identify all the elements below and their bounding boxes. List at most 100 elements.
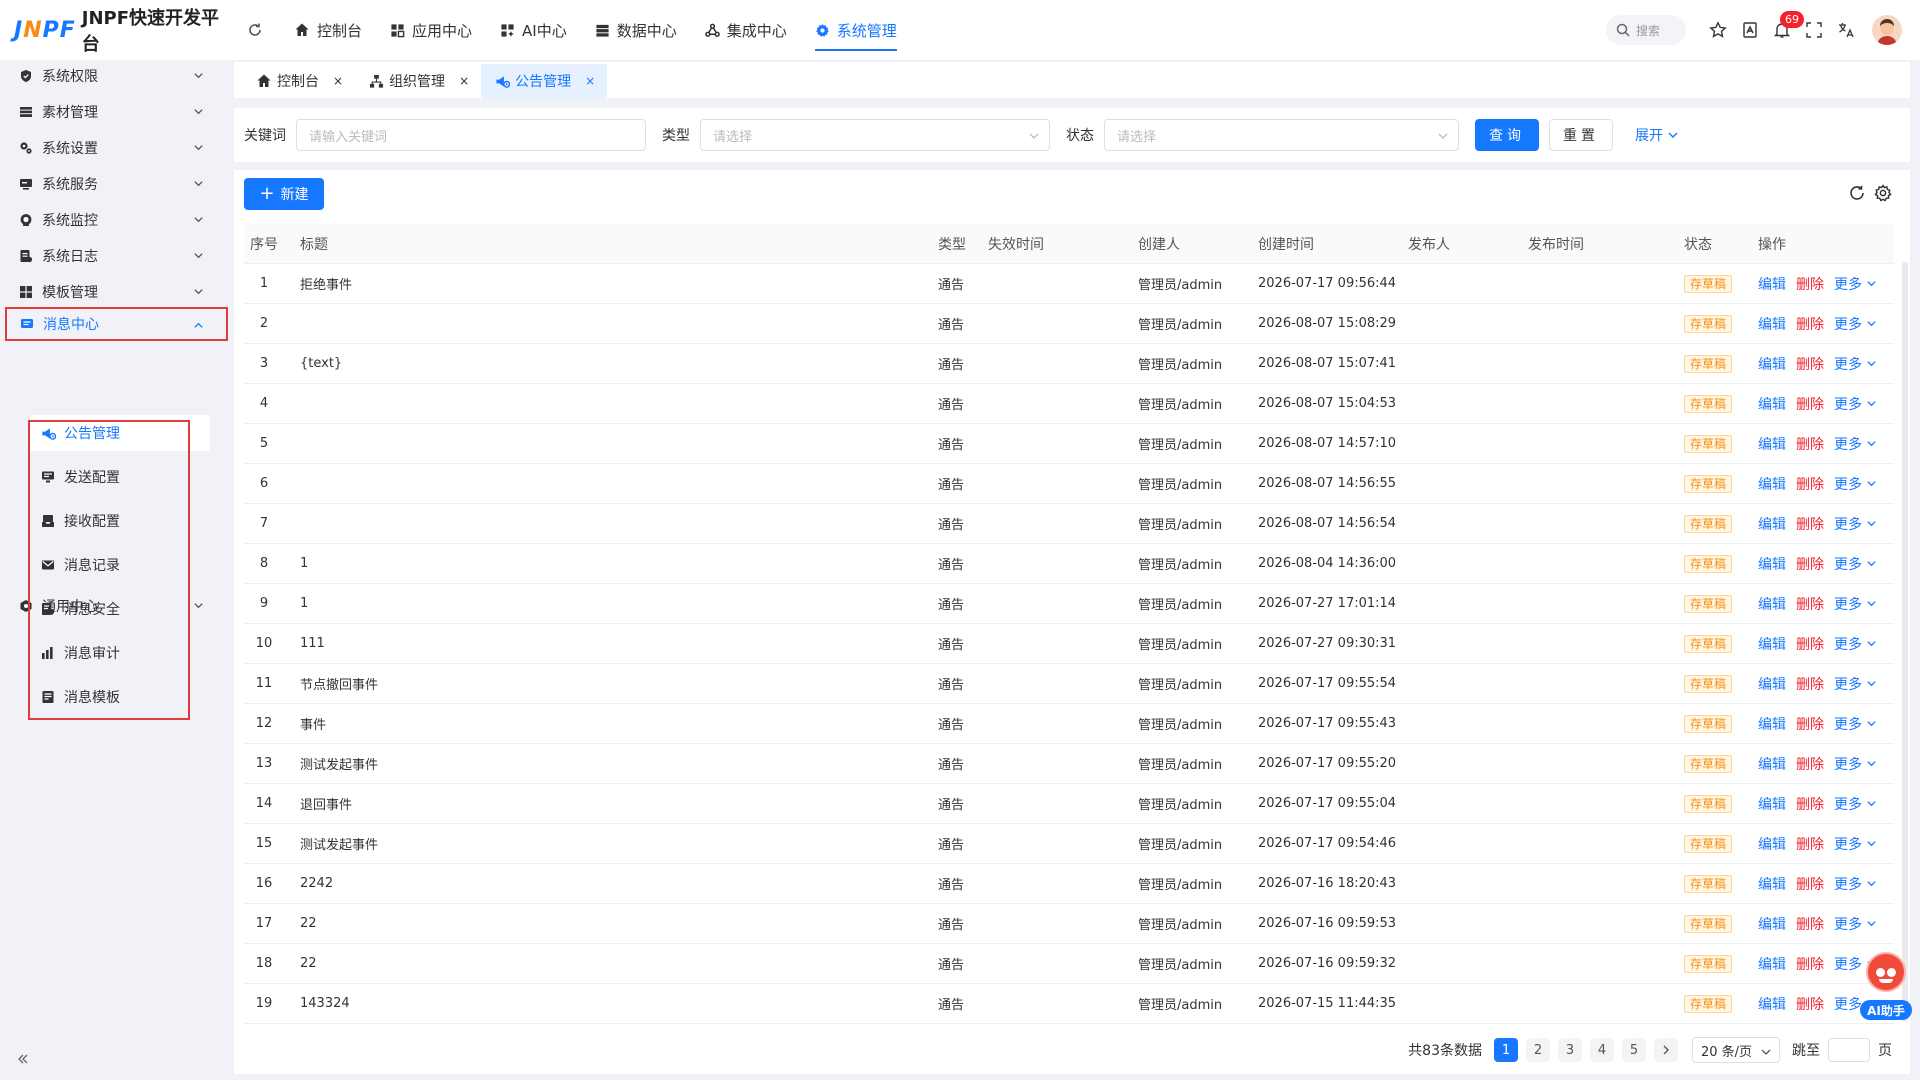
- table-row[interactable]: 17 22 通告 管理员/admin 2026-07-16 09:59:53 存草稿 编辑删…: [244, 904, 1894, 944]
- fullscreen-icon[interactable]: [1798, 14, 1830, 46]
- edit-button[interactable]: 编辑: [1758, 674, 1786, 694]
- edit-button[interactable]: 编辑: [1758, 354, 1786, 374]
- page-size-select[interactable]: 20 条/页: [1692, 1037, 1780, 1063]
- edit-button[interactable]: 编辑: [1758, 994, 1786, 1014]
- more-button[interactable]: 更多: [1834, 434, 1877, 454]
- sidebar-subitem-4[interactable]: 消息安全: [30, 591, 210, 627]
- close-icon[interactable]: ×: [585, 74, 595, 88]
- topnav-item-1[interactable]: 应用中心: [376, 0, 486, 60]
- user-avatar[interactable]: [1872, 15, 1902, 45]
- more-button[interactable]: 更多: [1834, 354, 1877, 374]
- edit-button[interactable]: 编辑: [1758, 874, 1786, 894]
- table-row[interactable]: 19 143324 通告 管理员/admin 2026-07-15 11:44:35 存草…: [244, 984, 1894, 1024]
- sidebar-item-3[interactable]: 系统服务: [6, 167, 226, 200]
- delete-button[interactable]: 删除: [1796, 874, 1824, 894]
- page-3-button[interactable]: 3: [1558, 1038, 1582, 1062]
- close-icon[interactable]: ×: [459, 74, 469, 88]
- sidebar-subitem-2[interactable]: 接收配置: [30, 503, 210, 539]
- delete-button[interactable]: 删除: [1796, 314, 1824, 334]
- edit-button[interactable]: 编辑: [1758, 754, 1786, 774]
- table-row[interactable]: 16 2242 通告 管理员/admin 2026-07-16 18:20:43 存草稿 编…: [244, 864, 1894, 904]
- edit-button[interactable]: 编辑: [1758, 954, 1786, 974]
- table-row[interactable]: 15 测试发起事件 通告 管理员/admin 2026-07-17 09:54:46 存草…: [244, 824, 1894, 864]
- table-row[interactable]: 5 通告 管理员/admin 2026-08-07 14:57:10 存草稿 编辑 删除 更多: [244, 424, 1894, 464]
- edit-button[interactable]: 编辑: [1758, 834, 1786, 854]
- delete-button[interactable]: 删除: [1796, 754, 1824, 774]
- edit-button[interactable]: 编辑: [1758, 714, 1786, 734]
- topnav-item-0[interactable]: 控制台: [280, 0, 376, 60]
- more-button[interactable]: 更多: [1834, 394, 1877, 414]
- edit-button[interactable]: 编辑: [1758, 594, 1786, 614]
- expand-button[interactable]: 展开: [1635, 125, 1679, 145]
- table-settings-icon[interactable]: [1874, 184, 1892, 202]
- ai-assistant-button[interactable]: AI助手: [1860, 952, 1912, 1022]
- tab-2[interactable]: 公告管理 ×: [481, 64, 608, 98]
- page-1-button[interactable]: 1: [1494, 1038, 1518, 1062]
- delete-button[interactable]: 删除: [1796, 394, 1824, 414]
- page-4-button[interactable]: 4: [1590, 1038, 1614, 1062]
- more-button[interactable]: 更多: [1834, 674, 1877, 694]
- sidebar-item-7[interactable]: 消息中心: [5, 307, 228, 341]
- edit-button[interactable]: 编辑: [1758, 434, 1786, 454]
- delete-button[interactable]: 删除: [1796, 994, 1824, 1014]
- reset-button[interactable]: 重置: [1549, 119, 1613, 151]
- delete-button[interactable]: 删除: [1796, 554, 1824, 574]
- delete-button[interactable]: 删除: [1796, 634, 1824, 654]
- edit-button[interactable]: 编辑: [1758, 634, 1786, 654]
- close-icon[interactable]: ×: [333, 74, 343, 88]
- more-button[interactable]: 更多: [1834, 834, 1877, 854]
- delete-button[interactable]: 删除: [1796, 834, 1824, 854]
- sidebar-subitem-1[interactable]: 发送配置: [30, 459, 210, 495]
- delete-button[interactable]: 删除: [1796, 594, 1824, 614]
- topnav-item-3[interactable]: 数据中心: [581, 0, 691, 60]
- sidebar-subitem-0[interactable]: 公告管理: [30, 415, 210, 451]
- table-row[interactable]: 14 退回事件 通告 管理员/admin 2026-07-17 09:55:04 存草稿 编…: [244, 784, 1894, 824]
- page-2-button[interactable]: 2: [1526, 1038, 1550, 1062]
- more-button[interactable]: 更多: [1834, 794, 1877, 814]
- delete-button[interactable]: 删除: [1796, 674, 1824, 694]
- sidebar-subitem-6[interactable]: 消息模板: [30, 679, 210, 715]
- table-row[interactable]: 1 拒绝事件 通告 管理员/admin 2026-07-17 09:56:44 存草稿 编辑…: [244, 264, 1894, 304]
- sidebar-item-2[interactable]: 系统设置: [6, 131, 226, 164]
- more-button[interactable]: 更多: [1834, 474, 1877, 494]
- table-row[interactable]: 10 111 通告 管理员/admin 2026-07-27 09:30:31 存草稿 编辑…: [244, 624, 1894, 664]
- table-row[interactable]: 9 1 通告 管理员/admin 2026-07-27 17:01:14 存草稿 编辑 删除更…: [244, 584, 1894, 624]
- edit-button[interactable]: 编辑: [1758, 314, 1786, 334]
- tab-0[interactable]: 控制台 ×: [242, 64, 355, 98]
- more-button[interactable]: 更多: [1834, 314, 1877, 334]
- table-row[interactable]: 2 通告 管理员/admin 2026-08-07 15:08:29 存草稿 编辑 删除 更多: [244, 304, 1894, 344]
- tab-1[interactable]: 组织管理 ×: [355, 64, 481, 98]
- table-row[interactable]: 18 22 通告 管理员/admin 2026-07-16 09:59:32 存草稿 编辑删…: [244, 944, 1894, 984]
- delete-button[interactable]: 删除: [1796, 914, 1824, 934]
- delete-button[interactable]: 删除: [1796, 354, 1824, 374]
- edit-button[interactable]: 编辑: [1758, 914, 1786, 934]
- table-row[interactable]: 7 通告 管理员/admin 2026-08-07 14:56:54 存草稿 编辑 删除 更多: [244, 504, 1894, 544]
- edit-button[interactable]: 编辑: [1758, 794, 1786, 814]
- table-row[interactable]: 12 事件 通告 管理员/admin 2026-07-17 09:55:43 存草稿 编辑删…: [244, 704, 1894, 744]
- notification-bell-icon[interactable]: 69: [1766, 11, 1804, 46]
- table-row[interactable]: 11 节点撤回事件 通告 管理员/admin 2026-07-17 09:55:54 存草…: [244, 664, 1894, 704]
- refresh-icon[interactable]: [238, 13, 272, 47]
- sidebar-subitem-3[interactable]: 消息记录: [30, 547, 210, 583]
- more-button[interactable]: 更多: [1834, 874, 1877, 894]
- delete-button[interactable]: 删除: [1796, 714, 1824, 734]
- edit-button[interactable]: 编辑: [1758, 274, 1786, 294]
- topnav-item-4[interactable]: 集成中心: [691, 0, 801, 60]
- sidebar-subitem-5[interactable]: 消息审计: [30, 635, 210, 671]
- keyword-input[interactable]: 请输入关键词: [296, 119, 646, 151]
- more-button[interactable]: 更多: [1834, 514, 1877, 534]
- delete-button[interactable]: 删除: [1796, 954, 1824, 974]
- delete-button[interactable]: 删除: [1796, 274, 1824, 294]
- table-row[interactable]: 6 通告 管理员/admin 2026-08-07 14:56:55 存草稿 编辑 删除 更多: [244, 464, 1894, 504]
- delete-button[interactable]: 删除: [1796, 794, 1824, 814]
- new-button[interactable]: + 新建: [244, 178, 324, 210]
- collapse-sidebar-icon[interactable]: [16, 1052, 30, 1066]
- sidebar-item-5[interactable]: 系统日志: [6, 239, 226, 272]
- table-refresh-icon[interactable]: [1848, 184, 1866, 202]
- sidebar-item-0[interactable]: 系统权限: [6, 59, 226, 92]
- query-button[interactable]: 查询: [1475, 119, 1539, 151]
- page-5-button[interactable]: 5: [1622, 1038, 1646, 1062]
- more-button[interactable]: 更多: [1834, 634, 1877, 654]
- status-select[interactable]: 请选择: [1104, 119, 1459, 151]
- more-button[interactable]: 更多: [1834, 714, 1877, 734]
